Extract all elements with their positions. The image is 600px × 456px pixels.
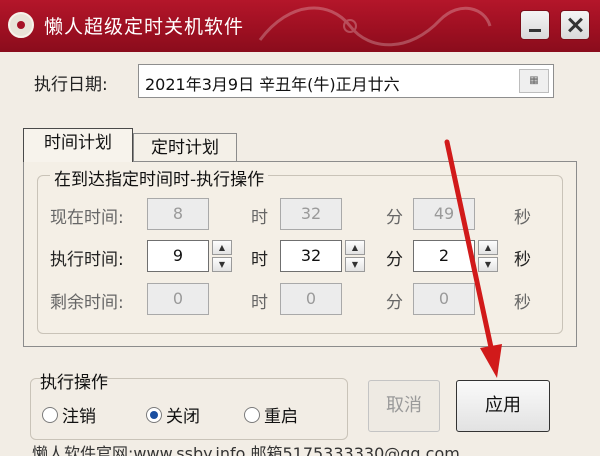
hour-unit: 时 <box>251 208 268 228</box>
current-hour-field: 8 <box>147 198 209 230</box>
execute-minute-stepper[interactable]: ▲ ▼ <box>345 240 365 272</box>
schedule-group-title: 在到达指定时间时-执行操作 <box>50 165 269 190</box>
calendar-icon[interactable]: ▦ <box>519 69 549 93</box>
app-window: 懒人超级定时关机软件 执行日期: 2021年3月9日 辛丑年(牛)正月廿六 ▦ … <box>0 0 600 456</box>
window-title: 懒人超级定时关机软件 <box>44 16 245 38</box>
title-bar[interactable]: 懒人超级定时关机软件 <box>0 0 600 52</box>
radio-restart-label: 重启 <box>264 407 298 427</box>
radio-checked-icon[interactable] <box>146 407 162 423</box>
execute-hour-stepper[interactable]: ▲ ▼ <box>212 240 232 272</box>
execute-minute-input[interactable]: 32 <box>280 240 342 272</box>
execute-time-label: 执行时间: <box>50 250 124 270</box>
second-unit: 秒 <box>514 250 531 270</box>
radio-circle-icon[interactable] <box>244 407 260 423</box>
close-button[interactable] <box>560 10 590 40</box>
radio-circle-icon[interactable] <box>42 407 58 423</box>
radio-shutdown-label: 关闭 <box>166 407 200 427</box>
radio-logout[interactable]: 注销 <box>42 402 96 427</box>
second-unit: 秒 <box>514 293 531 313</box>
minute-unit: 分 <box>386 250 403 270</box>
minute-unit: 分 <box>386 293 403 313</box>
apply-button[interactable]: 应用 <box>456 380 550 432</box>
app-icon <box>8 12 34 38</box>
operation-group-title: 执行操作 <box>40 373 108 393</box>
tab-time-plan[interactable]: 时间计划 <box>23 128 133 162</box>
minimize-button[interactable] <box>520 10 550 40</box>
remaining-minute-field: 0 <box>280 283 342 315</box>
current-second-field: 49 <box>413 198 475 230</box>
remaining-time-label: 剩余时间: <box>50 293 124 313</box>
radio-logout-label: 注销 <box>62 407 96 427</box>
title-ornament <box>258 6 492 47</box>
remaining-second-field: 0 <box>413 283 475 315</box>
current-minute-field: 32 <box>280 198 342 230</box>
radio-restart[interactable]: 重启 <box>244 402 298 427</box>
execute-hour-input[interactable]: 9 <box>147 240 209 272</box>
footer-text: 懒人软件官网:www.ssby.info 邮箱5175333330@qq.com <box>32 444 460 456</box>
hour-unit: 时 <box>251 293 268 313</box>
date-label: 执行日期: <box>34 75 108 95</box>
second-unit: 秒 <box>514 208 531 228</box>
minute-unit: 分 <box>386 208 403 228</box>
current-time-label: 现在时间: <box>50 208 124 228</box>
execute-second-input[interactable]: 2 <box>413 240 475 272</box>
tab-timer-plan[interactable]: 定时计划 <box>133 133 237 163</box>
remaining-hour-field: 0 <box>147 283 209 315</box>
execute-second-stepper[interactable]: ▲ ▼ <box>478 240 498 272</box>
date-picker[interactable]: 2021年3月9日 辛丑年(牛)正月廿六 ▦ <box>138 64 554 98</box>
cancel-button[interactable]: 取消 <box>368 380 440 432</box>
date-value: 2021年3月9日 辛丑年(牛)正月廿六 <box>145 75 400 94</box>
radio-shutdown[interactable]: 关闭 <box>146 402 200 427</box>
hour-unit: 时 <box>251 250 268 270</box>
